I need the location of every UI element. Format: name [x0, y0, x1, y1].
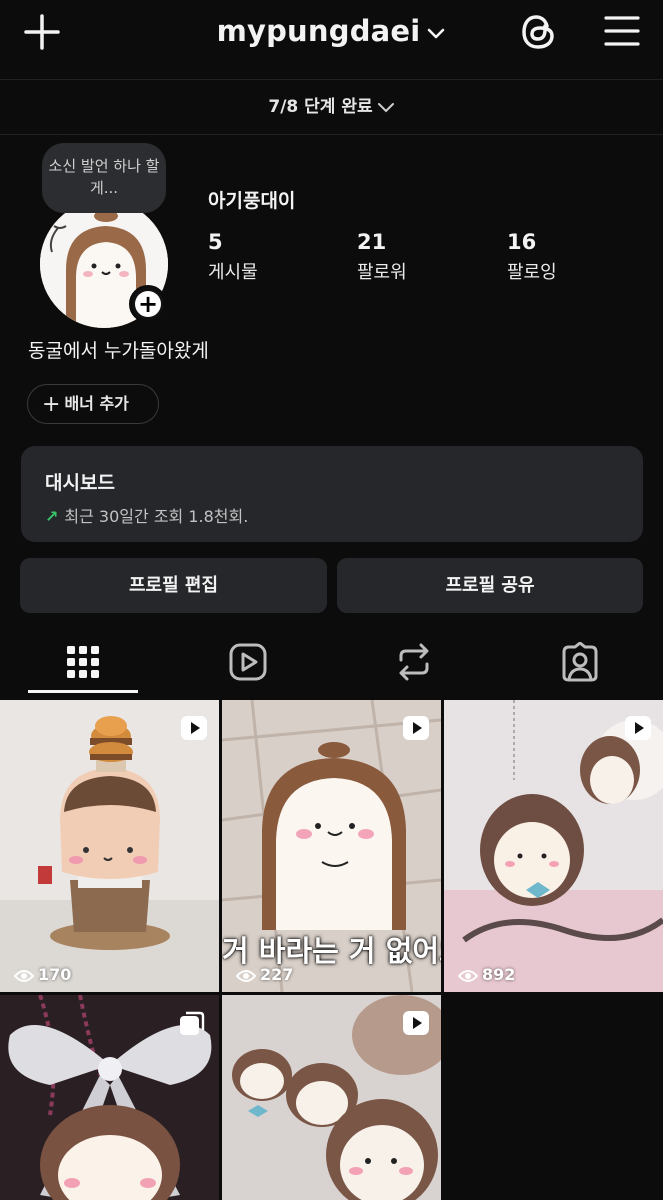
- display-name: 아기풍대이: [208, 190, 296, 212]
- edit-profile-button[interactable]: 프로필 편집: [20, 558, 327, 613]
- tab-reels[interactable]: [193, 630, 303, 694]
- post-image: [444, 700, 663, 992]
- stat-following[interactable]: 16 팔로잉: [507, 230, 557, 284]
- dashboard-subtitle-row: ↗ 최근 30일간 조회 1.8천회.: [45, 503, 619, 527]
- note-bubble[interactable]: 소신 발언 하나 할게...: [42, 143, 166, 213]
- stat-posts[interactable]: 5 게시물: [208, 230, 258, 284]
- share-profile-button[interactable]: 프로필 공유: [337, 558, 643, 613]
- threads-icon[interactable]: [516, 10, 560, 54]
- video-caption: 거 바라는 거 없어요: [222, 934, 441, 968]
- carousel-icon: [180, 1011, 205, 1035]
- reel-icon: [403, 1011, 429, 1035]
- tab-reposts[interactable]: [359, 630, 469, 694]
- stat-label: 팔로잉: [507, 262, 557, 283]
- bio: 동굴에서 누가돌아왔게: [28, 340, 209, 362]
- reel-icon: [403, 716, 429, 740]
- view-count: 227: [235, 965, 294, 984]
- share-profile-label: 프로필 공유: [445, 575, 535, 596]
- stat-followers[interactable]: 21 팔로워: [357, 230, 407, 284]
- grid-icon: [67, 646, 99, 678]
- repost-icon: [399, 643, 429, 681]
- stat-label: 팔로워: [357, 262, 407, 283]
- plus-icon: +: [42, 392, 61, 417]
- trend-up-icon: ↗: [45, 507, 59, 526]
- active-tab-indicator: [28, 690, 138, 693]
- hamburger-menu-icon[interactable]: [603, 13, 641, 49]
- reel-icon: [181, 716, 207, 740]
- tagged-icon: [562, 642, 598, 682]
- progress-label: 7/8 단계 완료: [268, 97, 373, 117]
- dashboard-title: 대시보드: [45, 472, 115, 494]
- view-count-value: 227: [260, 965, 294, 984]
- plus-icon: +: [137, 290, 159, 318]
- post-thumbnail[interactable]: [222, 995, 441, 1200]
- post-image: [0, 700, 219, 992]
- reels-icon: [229, 643, 267, 681]
- professional-dashboard[interactable]: 대시보드 ↗ 최근 30일간 조회 1.8천회.: [21, 446, 643, 542]
- view-count-value: 892: [482, 965, 516, 984]
- tab-grid[interactable]: [28, 630, 138, 694]
- add-banner-button[interactable]: + 배너 추가: [27, 384, 159, 424]
- stat-value: 5: [208, 230, 223, 254]
- eye-icon: [457, 970, 479, 982]
- chevron-down-icon: [428, 28, 445, 39]
- tab-tagged[interactable]: [525, 630, 635, 694]
- eye-icon: [13, 970, 35, 982]
- edit-profile-label: 프로필 편집: [128, 575, 219, 596]
- post-thumbnail[interactable]: 892: [444, 700, 663, 992]
- add-story-button[interactable]: +: [129, 285, 167, 323]
- add-banner-label: 배너 추가: [64, 394, 129, 413]
- stat-value: 16: [507, 230, 537, 254]
- dashboard-subtitle: 최근 30일간 조회 1.8천회.: [64, 507, 249, 526]
- view-count-value: 170: [38, 965, 72, 984]
- stat-value: 21: [357, 230, 387, 254]
- profile-tabs: [0, 630, 663, 694]
- chevron-down-icon: [377, 103, 394, 113]
- stat-label: 게시물: [208, 262, 258, 283]
- post-thumbnail[interactable]: [0, 995, 219, 1200]
- view-count: 892: [457, 965, 516, 984]
- post-thumbnail[interactable]: 170: [0, 700, 219, 992]
- view-count: 170: [13, 965, 72, 984]
- setup-progress[interactable]: 7/8 단계 완료: [0, 79, 663, 135]
- username-switcher[interactable]: mypungdaei: [0, 14, 663, 48]
- eye-icon: [235, 970, 257, 982]
- username: mypungdaei: [216, 14, 421, 48]
- note-text: 소신 발언 하나 할게...: [48, 157, 160, 197]
- reel-icon: [625, 716, 651, 740]
- top-bar: mypungdaei: [0, 0, 663, 78]
- post-thumbnail[interactable]: 거 바라는 거 없어요 227: [222, 700, 441, 992]
